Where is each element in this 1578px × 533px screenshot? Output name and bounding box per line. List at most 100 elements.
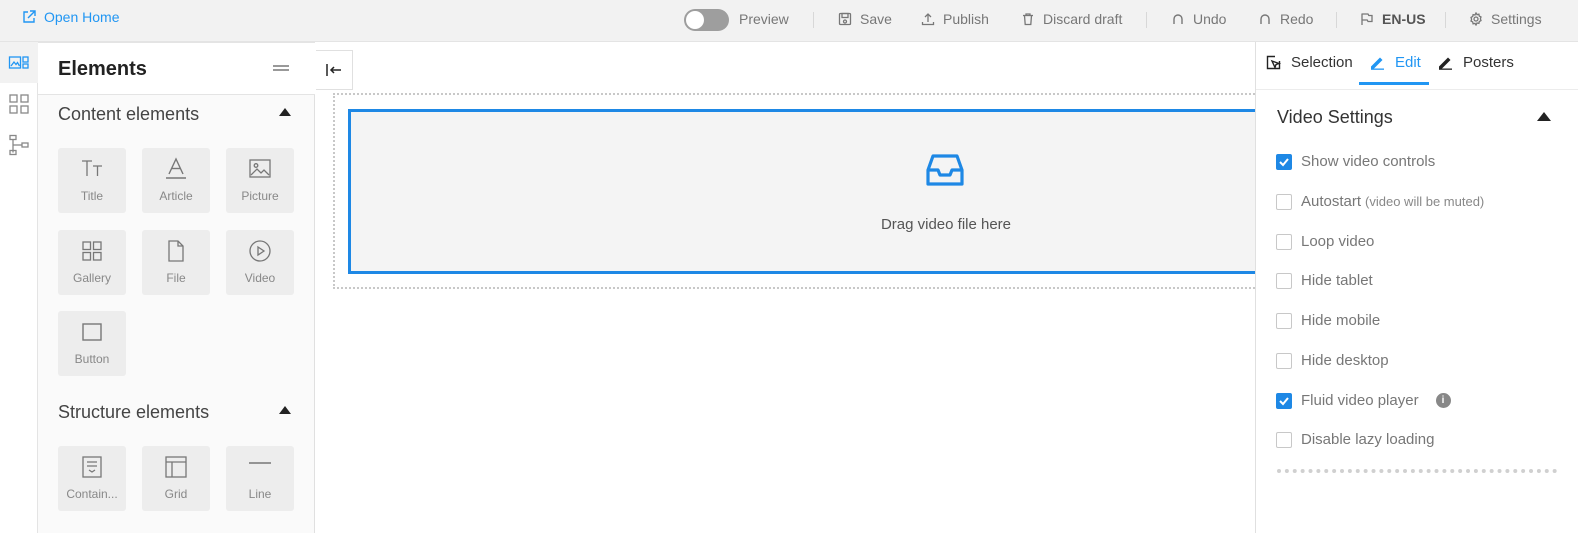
left-rail (0, 42, 38, 533)
external-link-icon (23, 10, 36, 23)
loop-video-checkbox[interactable] (1276, 233, 1292, 250)
flag-icon (1361, 13, 1373, 25)
disable-lazy-loading-option[interactable]: Disable lazy loading (1276, 431, 1434, 448)
settings-button[interactable]: Settings (1469, 11, 1542, 27)
disable-lazy-loading-checkbox[interactable] (1276, 431, 1292, 448)
file-element-tile[interactable]: File (142, 230, 210, 295)
title-text-icon (82, 160, 102, 176)
container-icon (82, 456, 102, 478)
fluid-video-player-option[interactable]: Fluid video player i (1276, 392, 1451, 409)
option-label: Hide desktop (1301, 352, 1389, 369)
check-icon (1279, 396, 1289, 405)
gallery-element-tile[interactable]: Gallery (58, 230, 126, 295)
container-element-tile[interactable]: Contain... (58, 446, 126, 511)
grid-layout-icon (165, 456, 187, 478)
active-tab-indicator (1359, 82, 1429, 85)
collapse-sidebar-button[interactable] (316, 50, 353, 90)
panel-title: Elements (58, 58, 147, 80)
tile-label: Title (80, 189, 104, 203)
tab-selection[interactable]: Selection (1266, 54, 1353, 71)
video-element-tile[interactable]: Video (226, 230, 294, 295)
fluid-video-player-checkbox[interactable] (1276, 392, 1292, 409)
article-element-tile[interactable]: Article (142, 148, 210, 213)
hide-mobile-option[interactable]: Hide mobile (1276, 312, 1380, 329)
discard-label: Discard draft (1043, 11, 1123, 27)
tab-label: Selection (1291, 54, 1353, 71)
elements-panel: Elements Content elements Title Article … (38, 42, 315, 533)
structure-elements-collapse-caret[interactable] (279, 406, 291, 414)
publish-button[interactable]: Publish (921, 11, 989, 27)
selection-cursor-icon (1266, 55, 1281, 70)
option-label: Hide mobile (1301, 312, 1381, 329)
tile-label: Grid (164, 487, 188, 501)
structure-elements-heading: Structure elements (58, 402, 210, 422)
preview-text: Preview (739, 11, 789, 27)
loop-video-option[interactable]: Loop video (1276, 233, 1374, 250)
hide-tablet-checkbox[interactable] (1276, 272, 1292, 289)
tab-edit[interactable]: Edit (1370, 54, 1421, 71)
line-element-tile[interactable]: Line (226, 446, 294, 511)
tile-label: Line (248, 487, 272, 501)
save-button[interactable]: Save (838, 11, 892, 27)
content-elements-heading: Content elements (58, 104, 200, 124)
button-element-tile[interactable]: Button (58, 311, 126, 376)
option-label: Hide tablet (1301, 272, 1373, 289)
elements-tab-button[interactable] (0, 42, 38, 83)
content-elements-collapse-caret[interactable] (279, 108, 291, 116)
toolbar-divider (1445, 12, 1446, 28)
structure-tab-button[interactable] (0, 124, 38, 165)
tabs-divider (1256, 89, 1578, 90)
preview-label[interactable]: Preview (739, 11, 789, 27)
tile-label: Button (74, 352, 110, 366)
properties-panel: Selection Edit Posters Video Settings Sh… (1255, 42, 1578, 533)
pencil-icon (1439, 57, 1452, 70)
trash-icon (1023, 13, 1033, 26)
show-video-controls-option[interactable]: Show video controls (1276, 153, 1435, 170)
floppy-icon (838, 12, 852, 26)
language-selector[interactable]: EN-US (1360, 11, 1426, 27)
video-settings-heading: Video Settings (1277, 107, 1393, 127)
redo-button[interactable]: Redo (1258, 11, 1313, 27)
grid-element-tile[interactable]: Grid (142, 446, 210, 511)
tile-label: Video (244, 271, 276, 285)
toolbar-divider (1146, 12, 1147, 28)
article-icon (166, 157, 186, 179)
publish-label: Publish (943, 11, 989, 27)
autostart-option[interactable]: Autostart (video will be muted) (1276, 193, 1484, 210)
show-video-controls-checkbox[interactable] (1276, 153, 1292, 170)
hide-mobile-checkbox[interactable] (1276, 312, 1292, 329)
autostart-note: (video will be muted) (1365, 194, 1485, 209)
media-elements-icon (8, 55, 29, 69)
dotted-separator (1277, 469, 1557, 473)
collapse-panel-icon[interactable] (273, 63, 289, 73)
tree-structure-icon (9, 134, 29, 155)
redo-icon (1260, 14, 1270, 24)
hide-desktop-option[interactable]: Hide desktop (1276, 352, 1389, 369)
inbox-icon (926, 154, 964, 186)
title-element-tile[interactable]: Title (58, 148, 126, 213)
elements-panel-header: Elements (38, 42, 315, 95)
option-label: Disable lazy loading (1301, 431, 1435, 448)
tile-label: Gallery (72, 271, 111, 285)
grid-icon (9, 93, 29, 114)
redo-label: Redo (1280, 11, 1314, 27)
check-icon (1279, 157, 1289, 166)
option-label: Fluid video player (1301, 392, 1419, 409)
video-dropzone[interactable]: Drag video file here (348, 109, 1255, 274)
hide-desktop-checkbox[interactable] (1276, 352, 1292, 369)
undo-button[interactable]: Undo (1171, 11, 1226, 27)
open-home-label: Open Home (44, 9, 120, 25)
autostart-checkbox[interactable] (1276, 193, 1292, 210)
tab-posters[interactable]: Posters (1438, 54, 1514, 71)
preview-toggle[interactable] (684, 9, 729, 31)
open-home-link[interactable]: Open Home (22, 9, 119, 25)
picture-element-tile[interactable]: Picture (226, 148, 294, 213)
horizontal-line-icon (249, 462, 271, 464)
discard-draft-button[interactable]: Discard draft (1021, 11, 1122, 27)
info-icon[interactable]: i (1435, 393, 1451, 408)
video-settings-collapse-caret[interactable] (1537, 112, 1551, 121)
file-icon (168, 240, 184, 262)
hide-tablet-option[interactable]: Hide tablet (1276, 272, 1373, 289)
toolbar-divider (813, 12, 814, 28)
layouts-tab-button[interactable] (0, 83, 38, 124)
